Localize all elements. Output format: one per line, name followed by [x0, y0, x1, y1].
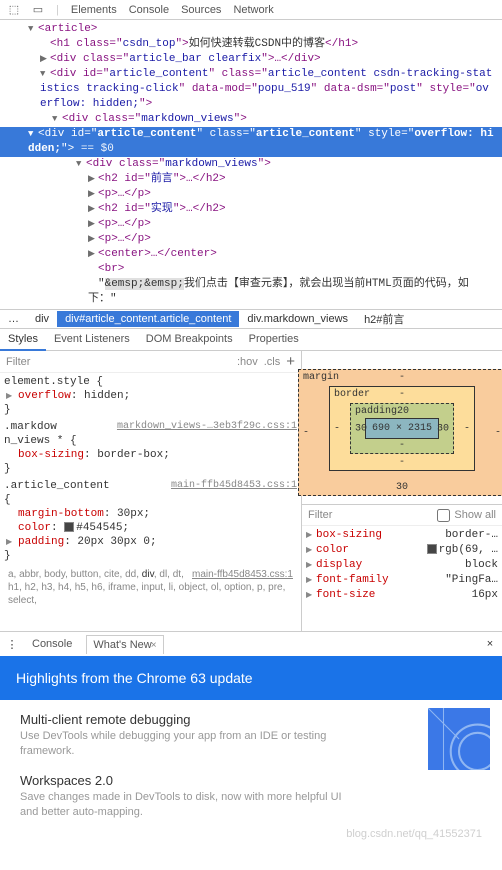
crumb-div[interactable]: div	[27, 311, 57, 327]
caret-icon[interactable]: ▼	[28, 22, 38, 37]
tab-sources[interactable]: Sources	[181, 4, 221, 16]
tab-console[interactable]: Console	[129, 4, 169, 16]
inspect-icon[interactable]: ⬚	[8, 3, 20, 16]
tab-event-listeners[interactable]: Event Listeners	[46, 329, 138, 350]
computed-row[interactable]: ▶box-sizingborder-…	[306, 528, 498, 543]
source-link[interactable]: markdown_views-…3eb3f29c.css:1	[117, 420, 297, 434]
tab-dom-breakpoints[interactable]: DOM Breakpoints	[138, 329, 241, 350]
matched-selectors: main-ffb45d8453.css:1 a, abbr, body, but…	[4, 566, 297, 609]
dom-tree[interactable]: ▼<article> <h1 class="csdn_top">如何快速转载CS…	[0, 20, 502, 309]
crumb-active[interactable]: div#article_content.article_content	[57, 311, 239, 327]
crumb-next2[interactable]: h2#前言	[356, 309, 412, 329]
hov-toggle[interactable]: :hov	[237, 356, 258, 368]
drawer: ⋮ Console What's New × × Highlights from…	[0, 631, 502, 846]
crumb-next1[interactable]: div.markdown_views	[239, 311, 356, 327]
close-icon[interactable]: ×	[151, 640, 157, 651]
kebab-icon[interactable]: ⋮	[6, 638, 18, 651]
cls-toggle[interactable]: .cls	[264, 356, 281, 368]
drawer-tab-whatsnew[interactable]: What's New ×	[86, 635, 163, 654]
tab-elements[interactable]: Elements	[71, 4, 117, 16]
whatsnew-item[interactable]: Multi-client remote debugging Use DevToo…	[20, 712, 360, 759]
watermark: blog.csdn.net/qq_41552371	[346, 828, 482, 840]
computed-row[interactable]: ▶colorrgb(69, …	[306, 543, 498, 558]
computed-row[interactable]: ▶font-size16px	[306, 588, 498, 603]
selected-node[interactable]: ⋯ ▼<div id="article_content" class="arti…	[0, 127, 502, 157]
computed-row[interactable]: ▶font-family"PingFa…	[306, 573, 498, 588]
tab-styles[interactable]: Styles	[0, 329, 46, 351]
caret-icon[interactable]: ▶	[40, 52, 50, 67]
tab-properties[interactable]: Properties	[241, 329, 307, 350]
device-icon[interactable]: ▭	[32, 3, 44, 16]
color-swatch[interactable]	[64, 522, 74, 532]
computed-filter-input[interactable]: Filter	[308, 509, 332, 521]
computed-row[interactable]: ▶displayblock	[306, 558, 498, 573]
caret-icon[interactable]: ▼	[40, 67, 50, 82]
css-rule[interactable]: .article_contentmain-ffb45d8453.css:1 { …	[4, 479, 297, 563]
caret-icon[interactable]: ▼	[76, 157, 86, 172]
breadcrumb: … div div#article_content.article_conten…	[0, 309, 502, 329]
devtools-logo-icon	[428, 708, 490, 770]
computed-properties: ▶box-sizingborder-… ▶colorrgb(69, … ▶dis…	[302, 526, 502, 605]
drawer-tab-console[interactable]: Console	[26, 635, 78, 653]
caret-icon[interactable]: ▼	[52, 112, 62, 127]
tab-network[interactable]: Network	[233, 4, 273, 16]
whatsnew-item[interactable]: Workspaces 2.0 Save changes made in DevT…	[20, 773, 360, 820]
styles-pane: Filter :hov .cls + element.style { ▶over…	[0, 351, 302, 631]
crumb-ellipsis[interactable]: …	[0, 311, 27, 327]
show-all-checkbox[interactable]	[437, 509, 450, 522]
box-model[interactable]: margin - - 30 - border - - - - padding20…	[302, 351, 502, 504]
add-rule-button[interactable]: +	[286, 353, 295, 370]
filter-input[interactable]: Filter	[6, 356, 30, 368]
close-drawer-icon[interactable]: ×	[484, 638, 496, 650]
whatsnew-banner: Highlights from the Chrome 63 update	[0, 656, 502, 700]
main-tabs: ⬚ ▭ | Elements Console Sources Network	[0, 0, 502, 20]
css-rule[interactable]: .markdow markdown_views-…3eb3f29c.css:1 …	[4, 420, 297, 476]
source-link[interactable]: main-ffb45d8453.css:1	[171, 479, 297, 493]
css-rule[interactable]: element.style { ▶overflow: hidden; }	[4, 375, 297, 417]
styles-tabs: Styles Event Listeners DOM Breakpoints P…	[0, 329, 502, 351]
